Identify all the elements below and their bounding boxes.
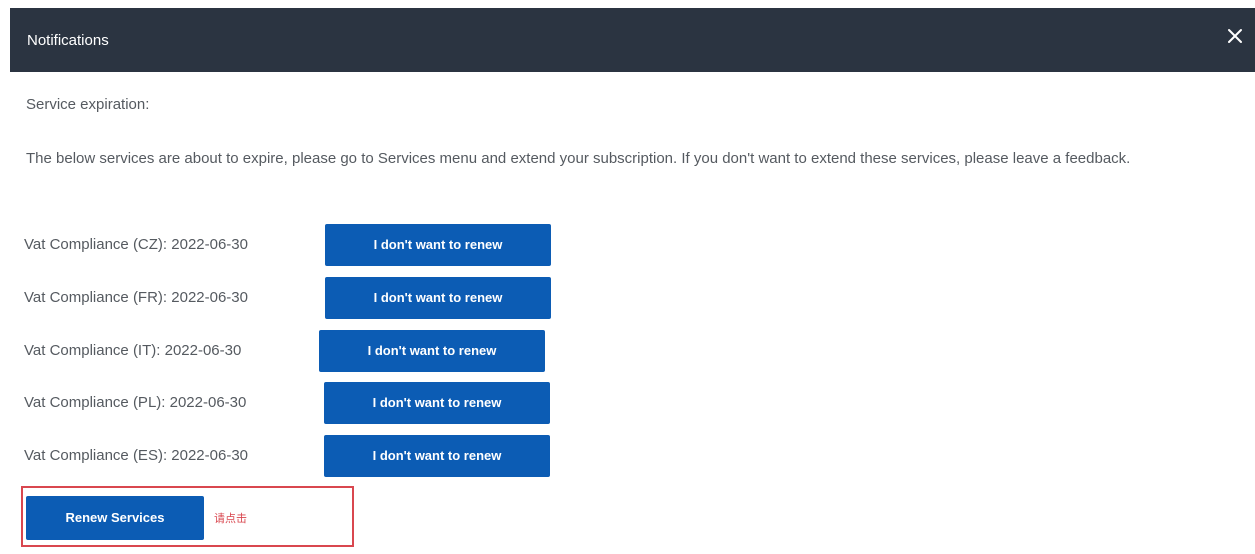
dont-renew-button[interactable]: I don't want to renew — [325, 277, 551, 319]
expiration-message: The below services are about to expire, … — [26, 150, 1131, 167]
service-label: Vat Compliance (CZ): 2022-06-30 — [24, 236, 248, 253]
dialog-title: Notifications — [27, 32, 109, 49]
dont-renew-button[interactable]: I don't want to renew — [325, 224, 551, 266]
service-label: Vat Compliance (PL): 2022-06-30 — [24, 394, 247, 411]
dialog-header: Notifications — [10, 8, 1255, 72]
service-label: Vat Compliance (ES): 2022-06-30 — [24, 447, 249, 464]
click-annotation: 请点击 — [214, 512, 247, 525]
notifications-dialog: Notifications — [10, 8, 1255, 554]
service-label: Vat Compliance (IT): 2022-06-30 — [24, 342, 242, 359]
dont-renew-button[interactable]: I don't want to renew — [324, 382, 550, 424]
close-icon — [1228, 29, 1242, 43]
close-button[interactable] — [1223, 24, 1247, 48]
renew-services-button[interactable]: Renew Services — [26, 496, 204, 540]
dont-renew-button[interactable]: I don't want to renew — [324, 435, 550, 477]
service-label: Vat Compliance (FR): 2022-06-30 — [24, 289, 248, 306]
section-title: Service expiration: — [26, 96, 150, 113]
dont-renew-button[interactable]: I don't want to renew — [319, 330, 545, 372]
